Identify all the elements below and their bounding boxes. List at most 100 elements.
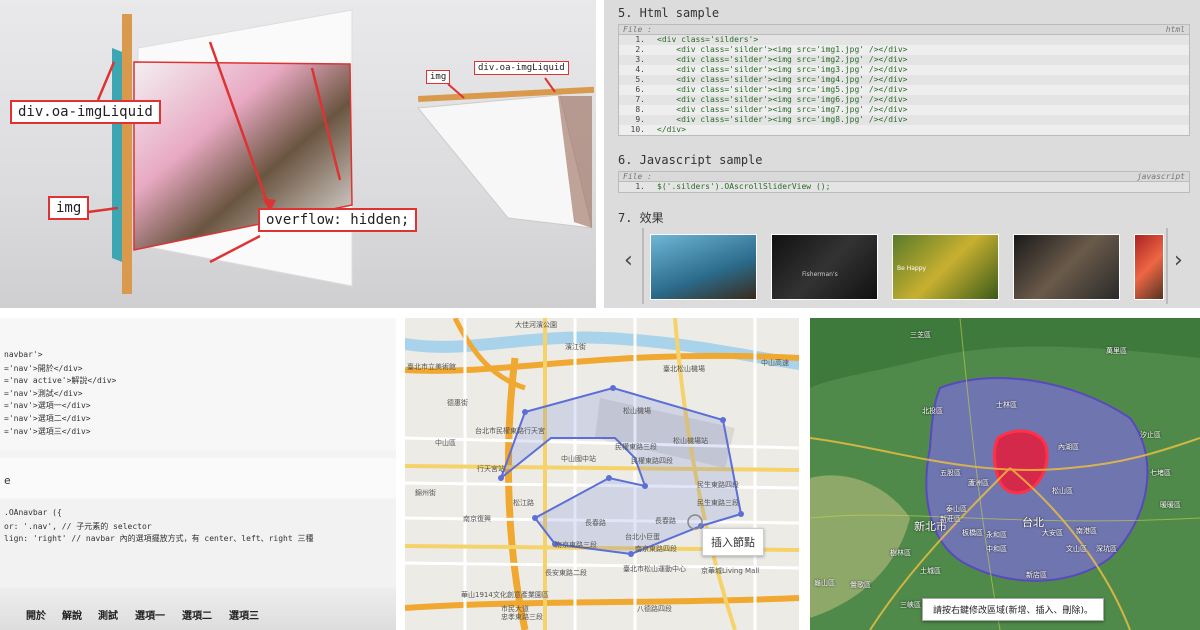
line-number: 6. [635, 85, 645, 94]
navbar-item[interactable]: 選項三 [229, 607, 259, 622]
line-code: <div class='silder'><img src='img7.jpg' … [657, 105, 908, 114]
map-label: 台北市民權東路行天宮 [475, 427, 545, 435]
code-line: lign: 'right' // navbar 內的選項擺放方式，有 cente… [4, 534, 314, 544]
navbar-item[interactable]: 開於 [26, 607, 46, 622]
map-label: 民生東路四段 [697, 481, 739, 489]
line-code: <div class='silder'><img src='img2.jpg' … [657, 55, 908, 64]
section7-title: 7. 效果 [618, 211, 664, 225]
map-label: 長春路 [655, 517, 676, 525]
region-label: 新莊區 [940, 515, 961, 523]
line-number: 7. [635, 95, 645, 104]
map-label: 華山1914文化創意產業園區 [461, 591, 549, 599]
region-label: 台北 [1022, 516, 1044, 529]
street-map-panel[interactable]: 大佳河濱公園 濱江街 中山高速 臺北市立美術館 臺北松山機場 德惠街 台北市民權東路行天宮松… [405, 318, 799, 630]
region-label: 永和區 [986, 531, 1007, 539]
region-label: 士林區 [996, 401, 1017, 409]
region-label: 三峽區 [900, 601, 921, 609]
map-label: 臺北松山機場 [663, 365, 705, 373]
map-label: 八德路四段 [637, 605, 672, 613]
region-label: 汐止區 [1140, 431, 1161, 439]
code-line: ='nav'>測試</div> [4, 388, 83, 398]
region-label: 松山區 [1052, 487, 1073, 495]
map-label: 民生東路三段 [697, 499, 739, 507]
section6-title: 6. Javascript sample [618, 153, 763, 167]
region-label: 板橋區 [962, 529, 983, 537]
map-label: 南京復興 [463, 515, 491, 523]
js-code-lines: 1. $('.silders').OAscrollSliderView (); [619, 182, 1189, 192]
code-line: 3. <div class='silder'><img src='img2.jp… [619, 55, 1189, 65]
navbar-item[interactable]: 選項二 [182, 607, 212, 622]
code-line: 8. <div class='silder'><img src='img7.jp… [619, 105, 1189, 115]
map-label: 錦州街 [415, 489, 436, 497]
street-map-graphic [405, 318, 799, 630]
next-arrow-icon[interactable]: › [1174, 248, 1183, 273]
code-line: ='nav'>開於</div> [4, 363, 83, 373]
code-sample-panel: 5. Html sample File : html 1. <div class=… [604, 0, 1200, 308]
map-label: 民權東路四段 [631, 457, 673, 465]
line-number: 4. [635, 65, 645, 74]
lang-label: javascript [1136, 172, 1185, 181]
region-label: 七堵區 [1150, 469, 1171, 477]
map-label: 中山高速 [761, 359, 789, 367]
imgliquid-diagram-panel: div.oa-imgLiquid img overflow: hidden; i… [0, 0, 596, 308]
region-label: 泰山區 [946, 505, 967, 513]
line-code: <div class='silder'><img src='img1.jpg' … [657, 45, 908, 54]
navbar-item[interactable]: 選項一 [135, 607, 165, 622]
line-code: <div class='silders'> [657, 35, 759, 44]
label-img-big: img [48, 196, 90, 220]
map-label: 行天宮站 [477, 465, 505, 473]
map-label: 中山國中站 [561, 455, 596, 463]
region-label: 北投區 [922, 407, 943, 415]
slider-thumb-2[interactable]: Fisherman's [771, 234, 878, 300]
navbar-code-panel: navbar'> ='nav'>開於</div> ='nav active'>解說<… [0, 318, 396, 630]
thumb-caption: Fisherman's [802, 271, 838, 278]
line-code: <div class='silder'><img src='img6.jpg' … [657, 95, 908, 104]
slider-thumb-5[interactable] [1134, 234, 1164, 300]
code-line: 1. $('.silders').OAscrollSliderView (); [619, 182, 1189, 192]
code-line: 5. <div class='silder'><img src='img4.jp… [619, 75, 1189, 85]
code-line: 7. <div class='silder'><img src='img6.jp… [619, 95, 1189, 105]
js-code-box: File : javascript 1. $('.silders').OAscro… [618, 171, 1190, 193]
slider-thumb-3[interactable]: Be Happy [892, 234, 999, 300]
navbar-item[interactable]: 解說 [62, 607, 82, 622]
diagram-graphic [87, 9, 595, 294]
map-label: 臺北市立美術館 [407, 363, 456, 371]
code-line: 2. <div class='silder'><img src='img1.jp… [619, 45, 1189, 55]
region-map-panel[interactable]: 三芝區 萬里區 北投區 士林區 汐止區 新北市 台北 內湖區 松山區 南港區 大安區 文山區 板橋區 新店… [810, 318, 1200, 630]
edit-hint-tooltip: 請按右鍵修改區域(新增、插入、刪除)。 [922, 598, 1105, 621]
code-line: ='nav'>選項三</div> [4, 426, 91, 436]
code-line: navbar'> [4, 350, 43, 359]
map-label: 松江路 [513, 499, 534, 507]
insert-node-tooltip[interactable]: 插入節點 [702, 528, 764, 556]
slider-thumb-4[interactable] [1013, 234, 1120, 300]
region-label: 龜山區 [814, 579, 835, 587]
thumb-caption: Be Happy [897, 265, 927, 272]
image-slider: ‹ Fisherman's Be Happy › [618, 228, 1192, 304]
region-label: 南港區 [1076, 527, 1097, 535]
code-line: 1. <div class='silders'> [619, 35, 1189, 45]
map-label: 松山機場站 [673, 437, 708, 445]
region-label: 新店區 [1026, 571, 1047, 579]
wood-stick [122, 14, 132, 294]
navbar-item[interactable]: 測試 [98, 607, 118, 622]
code-line: or: '.nav', // 子元素的 selector [4, 521, 152, 531]
code-line: ='nav'>選項一</div> [4, 401, 91, 411]
region-label: 土城區 [920, 567, 941, 575]
region-label: 蘆洲區 [968, 479, 989, 487]
map-label: 台北小巨蛋 [625, 533, 660, 541]
label-img-small: img [426, 70, 451, 84]
prev-arrow-icon[interactable]: ‹ [624, 248, 633, 273]
region-label: 中和區 [986, 545, 1007, 553]
line-number: 8. [635, 105, 645, 114]
code-line: .OAnavbar ({ [4, 508, 62, 517]
map-label: 濱江街 [565, 343, 586, 351]
region-label: 鶯歌區 [850, 581, 871, 589]
map-label: 市民大道 [501, 605, 529, 613]
map-label: 德惠街 [447, 399, 468, 407]
map-label: 松山機場 [623, 407, 651, 415]
line-code: $('.silders').OAscrollSliderView (); [657, 182, 831, 191]
line-code: <div class='silder'><img src='img3.jpg' … [657, 65, 908, 74]
line-code: </div> [657, 125, 686, 134]
file-label: File : [623, 25, 652, 34]
slider-thumb-1[interactable] [650, 234, 757, 300]
